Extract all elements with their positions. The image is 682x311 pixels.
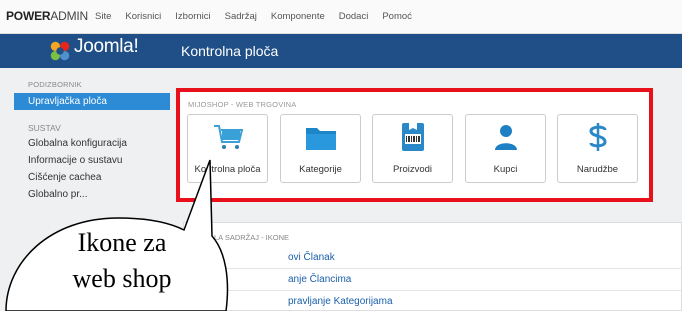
brand-light: ADMIN: [50, 9, 89, 23]
tile-kupci[interactable]: Kupci: [465, 114, 546, 183]
link-upravljanje-kategorijama[interactable]: pravljanje Kategorijama: [288, 296, 393, 307]
list-item[interactable]: pravljanje Kategorijama: [184, 291, 682, 311]
sidebar: PODIZBORNIK Upravljačka ploča SUSTAV Glo…: [14, 80, 170, 201]
admin-topbar: POWERADMIN Site Korisnici Izbornici Sadr…: [0, 0, 682, 34]
content-icons-panel: LA SADRŽAJ - IKONE ovi Članak anje Članc…: [183, 222, 682, 311]
mijoshop-panel: MIJOSHOP - WEB TRGOVINA Kontrolna ploča …: [176, 88, 653, 202]
page-title: Kontrolna ploča: [181, 43, 279, 59]
tile-narudzbe[interactable]: Narudžbe: [557, 114, 638, 183]
sidebar-section-sustav: SUSTAV: [28, 123, 61, 133]
link-upravljanje-clancima[interactable]: anje Člancima: [288, 274, 351, 285]
list-item[interactable]: ovi Članak: [184, 247, 682, 269]
sidebar-item-upravljacka-ploca[interactable]: Upravljačka ploča: [14, 93, 170, 110]
list-item[interactable]: anje Člancima: [184, 269, 682, 291]
tile-label: Kategorije: [299, 164, 342, 175]
menu-komponente[interactable]: Komponente: [271, 11, 325, 22]
callout-text-line2: web shop: [72, 264, 172, 293]
cart-icon: [214, 125, 244, 149]
menu-izbornici[interactable]: Izbornici: [175, 11, 210, 22]
folder-icon: [306, 128, 336, 150]
brand-bold: POWER: [6, 9, 51, 23]
tile-label: Kupci: [493, 164, 518, 175]
panel-title: MIJOSHOP - WEB TRGOVINA: [188, 100, 297, 109]
tile-kontrolna-ploca[interactable]: Kontrolna ploča: [187, 114, 268, 183]
user-icon: [495, 125, 517, 150]
sidebar-item-ciscenje-cachea[interactable]: Čišćenje cachea: [28, 172, 170, 184]
tile-label: Proizvodi: [392, 164, 433, 175]
dollar-icon: [589, 123, 607, 151]
joomla-header: Joomla! Kontrolna ploča: [0, 34, 682, 68]
menu-pomoc[interactable]: Pomoć: [382, 11, 412, 22]
panel-title: LA SADRŽAJ - IKONE: [214, 233, 290, 242]
tile-kategorije[interactable]: Kategorije: [280, 114, 361, 183]
link-novi-clanak[interactable]: ovi Članak: [288, 252, 335, 263]
menu-site[interactable]: Site: [95, 11, 111, 22]
tile-label: Kontrolna ploča: [194, 164, 261, 175]
menu-dodaci[interactable]: Dodaci: [339, 11, 369, 22]
sidebar-item-informacije-o-sustavu[interactable]: Informacije o sustavu: [28, 155, 170, 167]
tile-proizvodi[interactable]: Proizvodi: [372, 114, 453, 183]
sidebar-section-podizbornik: PODIZBORNIK: [28, 80, 82, 89]
top-menu: Site Korisnici Izbornici Sadržaj Kompone…: [95, 11, 426, 22]
menu-sadrzaj[interactable]: Sadržaj: [225, 11, 257, 22]
joomla-logo-icon[interactable]: [48, 39, 72, 63]
poweradmin-logo[interactable]: POWERADMIN: [6, 9, 88, 23]
tile-label: Narudžbe: [576, 164, 619, 175]
sidebar-item-globalno[interactable]: Globalno pr...: [28, 189, 170, 201]
joomla-logo-text: Joomla!: [74, 36, 139, 57]
product-icon: [402, 123, 424, 151]
sidebar-item-globalna-konfiguracija[interactable]: Globalna konfiguracija: [28, 138, 170, 150]
callout-text-line1: Ikone za: [77, 228, 167, 257]
menu-korisnici[interactable]: Korisnici: [125, 11, 161, 22]
